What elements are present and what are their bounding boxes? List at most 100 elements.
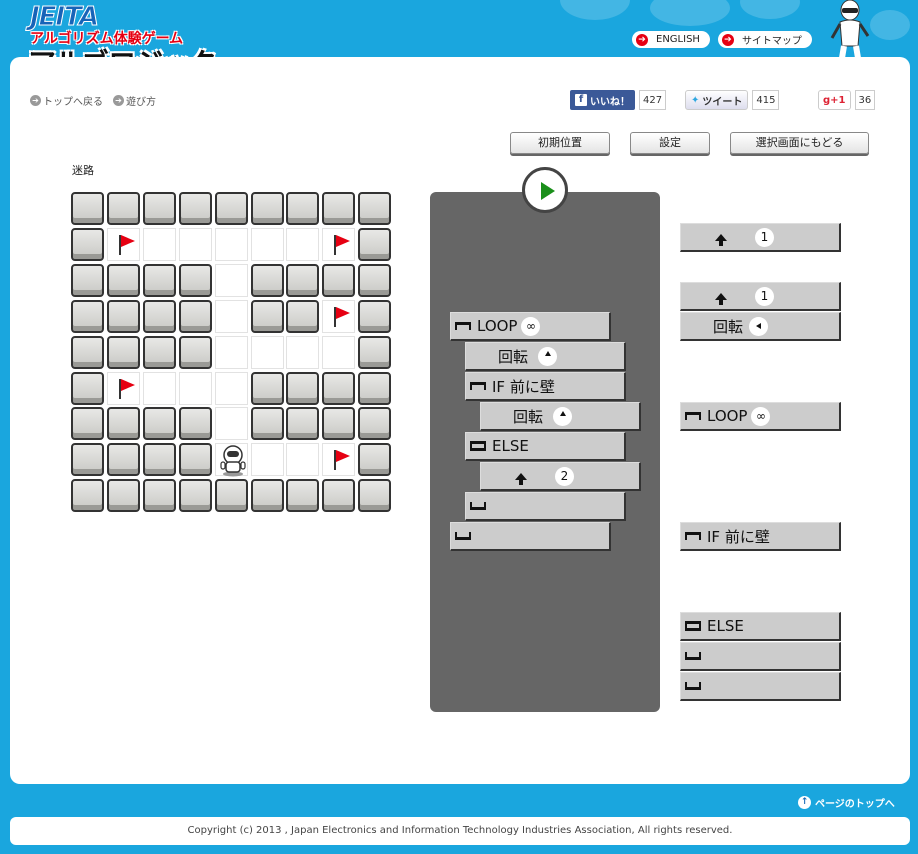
program-block-turn[interactable]: 回転 [480,402,641,431]
program-block-turn[interactable]: 回転 [465,342,626,371]
maze-floor [142,227,176,261]
maze-wall [142,479,176,513]
maze-wall [250,479,284,513]
maze-wall [178,407,212,441]
maze-floor [178,227,212,261]
tweet-button[interactable]: ✦ ツイート [685,90,749,110]
how-to-play-link[interactable]: ➔ 遊び方 [113,93,156,108]
back-to-top-link[interactable]: ➔ トップへ戻る [30,93,103,108]
maze-wall [358,192,392,225]
english-link-label: ENGLISH [656,34,700,45]
maze-floor [322,227,356,261]
bg-bubble [560,0,630,20]
arrow-up-icon [715,292,727,305]
gplus-share: g +1 36 [818,90,876,110]
facebook-like-button[interactable]: f いいね！ [570,90,635,110]
block-label: LOOP [477,317,518,335]
maze-floor [214,371,248,405]
flag-icon [118,378,135,399]
maze-floor [106,227,140,261]
program-block-loop[interactable]: LOOP ∞ [450,312,611,341]
maze-floor [286,335,320,369]
back-to-top-label: トップへ戻る [43,97,103,108]
turn-up-icon [544,350,551,356]
maze-wall [142,335,176,369]
sitemap-link-label: サイトマップ [741,36,802,47]
maze-wall [71,371,104,405]
block-label: IF 前に壁 [707,527,770,546]
back-to-select-button[interactable]: 選択画面にもどる [730,132,869,154]
maze-wall [322,371,356,405]
reset-position-button[interactable]: 初期位置 [510,132,610,154]
arrow-right-icon: ➔ [30,95,41,106]
arrow-up-icon [515,472,527,485]
page-top-label: ページのトップへ [815,799,895,810]
maze-wall [286,479,320,513]
turn-direction-badge [749,316,769,336]
maze-wall [250,299,284,333]
loop-open-icon [685,412,701,420]
maze-wall [71,407,104,441]
twitter-tweet: ✦ ツイート 415 [685,90,780,110]
arrow-right-icon: ➔ [113,95,124,106]
palette-end-block[interactable] [680,672,841,701]
program-block-else[interactable]: ELSE [465,432,626,461]
arrow-right-icon: ➔ [721,33,734,46]
maze-floor [322,443,356,477]
page-top-link[interactable]: ↑ ページのトップへ [798,795,895,810]
maze-wall [322,479,356,513]
maze-wall [142,443,176,477]
play-button[interactable] [522,167,568,213]
english-link[interactable]: ➔ ENGLISH [632,31,710,48]
sitemap-link[interactable]: ➔ サイトマップ [717,31,812,48]
how-to-play-label: 遊び方 [126,97,156,108]
block-label: LOOP [707,407,748,425]
palette-end-block[interactable] [680,642,841,671]
maze-wall [358,407,392,441]
maze-wall [71,227,104,261]
arrow-up-circle-icon: ↑ [798,796,811,809]
settings-button[interactable]: 設定 [630,132,710,154]
maze-floor [250,335,284,369]
else-icon [685,621,701,631]
maze-wall [106,263,140,297]
block-label: IF 前に壁 [492,377,555,396]
program-block-move[interactable]: 2 [480,462,641,491]
play-icon [541,182,555,200]
if-open-icon [470,382,486,390]
maze-wall [214,192,248,225]
maze-wall [142,192,176,225]
palette-else-block[interactable]: ELSE [680,612,841,641]
facebook-like: f いいね！ 427 [570,90,667,110]
maze-wall [178,192,212,225]
block-label: 回転 [513,407,544,426]
flag-icon [118,234,135,255]
maze-wall [71,263,104,297]
maze-wall [358,443,392,477]
program-block-if[interactable]: IF 前に壁 [465,372,626,401]
move-count-badge: 2 [555,466,574,486]
program-block-end[interactable] [450,522,611,551]
block-badge: ∞ [521,316,541,336]
palette-move-block[interactable]: 1 [680,223,841,252]
palette-loop-block[interactable]: LOOP ∞ [680,402,841,431]
maze-floor [214,335,248,369]
move-count-badge: 1 [755,286,774,306]
maze-wall [71,443,104,477]
maze-wall [71,479,104,513]
palette-if-block[interactable]: IF 前に壁 [680,522,841,551]
palette-move-block[interactable]: 1 [680,282,841,311]
maze-wall [71,335,104,369]
bg-bubble [870,10,910,40]
program-block-end[interactable] [465,492,626,521]
gplus-count: 36 [854,90,876,110]
palette-turn-block[interactable]: 回転 [680,312,841,341]
gplus-button[interactable]: g +1 [818,90,851,110]
footer-copyright: Copyright (c) 2013 , Japan Electronics a… [10,817,910,845]
maze-wall [286,299,320,333]
maze-floor [214,299,248,333]
maze-wall [250,192,284,225]
facebook-like-label: いいね！ [590,96,630,108]
tweet-count: 415 [752,90,780,110]
maze-wall [250,263,284,297]
